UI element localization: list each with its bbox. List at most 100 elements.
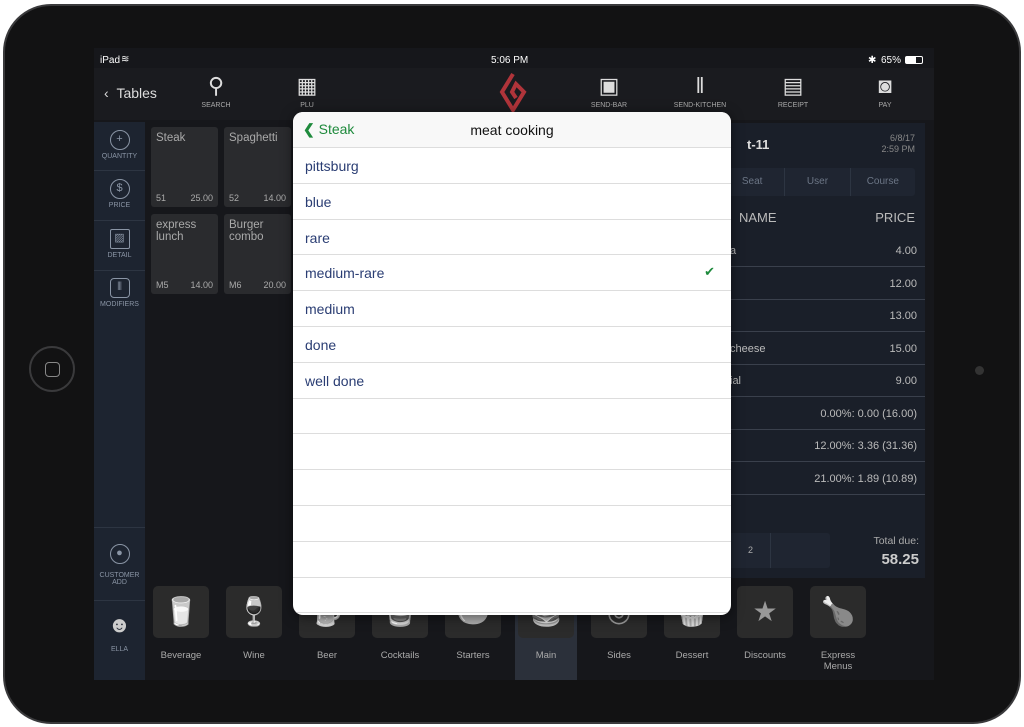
product-tile[interactable]: express lunch M5 14.00 [151, 214, 218, 294]
user-button[interactable]: ☻ ELLA [94, 612, 145, 653]
product-name: express lunch [156, 219, 197, 243]
product-name: Burger combo [229, 219, 264, 243]
price-button[interactable]: $ PRICE [94, 179, 145, 209]
tab-user[interactable]: User [785, 168, 851, 196]
category-label: Sides [607, 650, 631, 661]
product-code: M6 [229, 280, 242, 290]
col-price: PRICE [875, 210, 915, 225]
images-icon: ▨ [109, 229, 130, 249]
meat-cooking-popover: ❮ Steak meat cooking pittsburg blue rare me… [293, 112, 731, 615]
glasses-icon: 🥛 [153, 586, 209, 638]
battery-level: 65% [881, 55, 902, 66]
table-name: t-11 [747, 137, 770, 152]
search-button[interactable]: ⚲ SEARCH [181, 70, 251, 109]
quantity-button[interactable]: + QUANTITY [94, 130, 145, 160]
receipt-button[interactable]: ▤ RECEIPT [758, 70, 828, 109]
label: PAY [878, 102, 892, 109]
product-tile[interactable]: Spaghetti 52 14.00 [224, 127, 291, 207]
option-pittsburg[interactable]: pittsburg [293, 148, 731, 184]
order-time: 2:59 PM [881, 144, 915, 154]
order-row[interactable]: 13.00 [720, 300, 925, 332]
home-button[interactable] [29, 346, 75, 392]
option-done[interactable]: done [293, 327, 731, 363]
category-label: Discounts [744, 650, 786, 661]
product-name: Spaghetti [229, 132, 278, 144]
divider [94, 527, 145, 528]
option-label: rare [305, 229, 330, 246]
empty-row [293, 470, 731, 506]
option-medium[interactable]: medium [293, 291, 731, 327]
pay-button[interactable]: ◙ PAY [850, 70, 920, 109]
item-price: 9.00 [895, 375, 917, 387]
seat-value: 2 [748, 545, 754, 555]
category-label: Beverage [160, 650, 202, 661]
product-price: 14.00 [263, 193, 286, 203]
express-icon: 🍗 [810, 586, 866, 638]
order-row[interactable]: 21.00%: 1.89 (10.89) [720, 463, 925, 495]
detail-button[interactable]: ▨ DETAIL [94, 229, 145, 259]
option-blue[interactable]: blue [293, 184, 731, 220]
order-row[interactable]: 12.00 [720, 268, 925, 300]
category-label: Main [535, 650, 557, 661]
back-to-tables[interactable]: ‹ Tables [104, 85, 157, 101]
option-label: medium-rare [305, 265, 385, 282]
option-label: well done [305, 372, 365, 389]
item-name: ial [730, 375, 742, 387]
sidebar: + QUANTITY $ PRICE ▨ DETAIL ⫴ MODIFIERS ● CUS… [94, 122, 145, 680]
popover-title: meat cooking [470, 122, 554, 138]
product-tile[interactable]: Burger combo M6 20.00 [224, 214, 291, 294]
item-price: 4.00 [895, 245, 917, 257]
product-code: 52 [229, 193, 240, 203]
receipt-icon: ▤ [782, 73, 804, 98]
wine-icon: 🍷 [226, 586, 282, 638]
category-express-menus[interactable]: 🍗 Express Menus [807, 586, 869, 680]
total-due: 58.25 [881, 551, 919, 568]
option-label: done [305, 336, 337, 353]
order-row[interactable]: cheese 15.00 [720, 333, 925, 365]
category-discounts[interactable]: ★ Discounts [734, 586, 796, 680]
option-medium-rare[interactable]: medium-rare ✔ [293, 255, 731, 292]
label: ADD [112, 579, 127, 586]
category-wine[interactable]: 🍷 Wine [223, 586, 285, 680]
popover-header: ❮ Steak meat cooking [293, 112, 731, 148]
category-label: Beer [316, 650, 338, 661]
label: MODIFIERS [100, 301, 139, 308]
empty-row [293, 434, 731, 471]
category-beverage[interactable]: 🥛 Beverage [150, 586, 212, 680]
grid-icon: ▦ [296, 73, 318, 98]
beer-mug-icon: ▣ [598, 73, 620, 98]
order-row[interactable]: 0.00%: 0.00 (16.00) [720, 398, 925, 430]
tab-course[interactable]: Course [851, 168, 915, 196]
label: SEND-BAR [590, 102, 628, 109]
fork-knife-icon: ‖ [695, 73, 705, 98]
send-kitchen-button[interactable]: ‖ SEND-KITCHEN [665, 70, 735, 109]
send-bar-button[interactable]: ▣ SEND-BAR [574, 70, 644, 109]
customer-add-button[interactable]: ● CUSTOMER ADD [94, 544, 145, 586]
option-well done[interactable]: well done [293, 363, 731, 399]
shakers-icon: ⫴ [109, 278, 130, 298]
category-label: Starters [456, 650, 490, 661]
item-name: cheese [730, 342, 766, 355]
product-tile[interactable]: Steak 51 25.00 [151, 127, 218, 207]
category-label: Cocktails [380, 650, 420, 661]
col-name: NAME [739, 210, 777, 225]
order-row[interactable]: a 4.00 [720, 235, 925, 267]
product-code: 51 [156, 193, 167, 203]
order-row[interactable]: ial 9.00 [720, 365, 925, 397]
plus-circle-icon: + [109, 130, 130, 150]
empty-row [293, 506, 731, 542]
star-icon: ★ [737, 586, 793, 638]
label: PLU [300, 102, 314, 109]
modifiers-button[interactable]: ⫴ MODIFIERS [94, 278, 145, 308]
product-code: M5 [156, 280, 169, 290]
seat-selector[interactable]: 2 [720, 533, 830, 568]
plu-button[interactable]: ▦ PLU [272, 70, 342, 109]
product-price: 14.00 [190, 280, 213, 290]
product-name: Steak [156, 132, 186, 144]
divider [94, 270, 145, 271]
status-time: 5:06 PM [491, 55, 529, 66]
avatar: ☻ [107, 612, 132, 637]
order-row[interactable]: 12.00%: 3.36 (31.36) [720, 430, 925, 462]
option-rare[interactable]: rare [293, 220, 731, 256]
item-price: 13.00 [889, 310, 917, 322]
